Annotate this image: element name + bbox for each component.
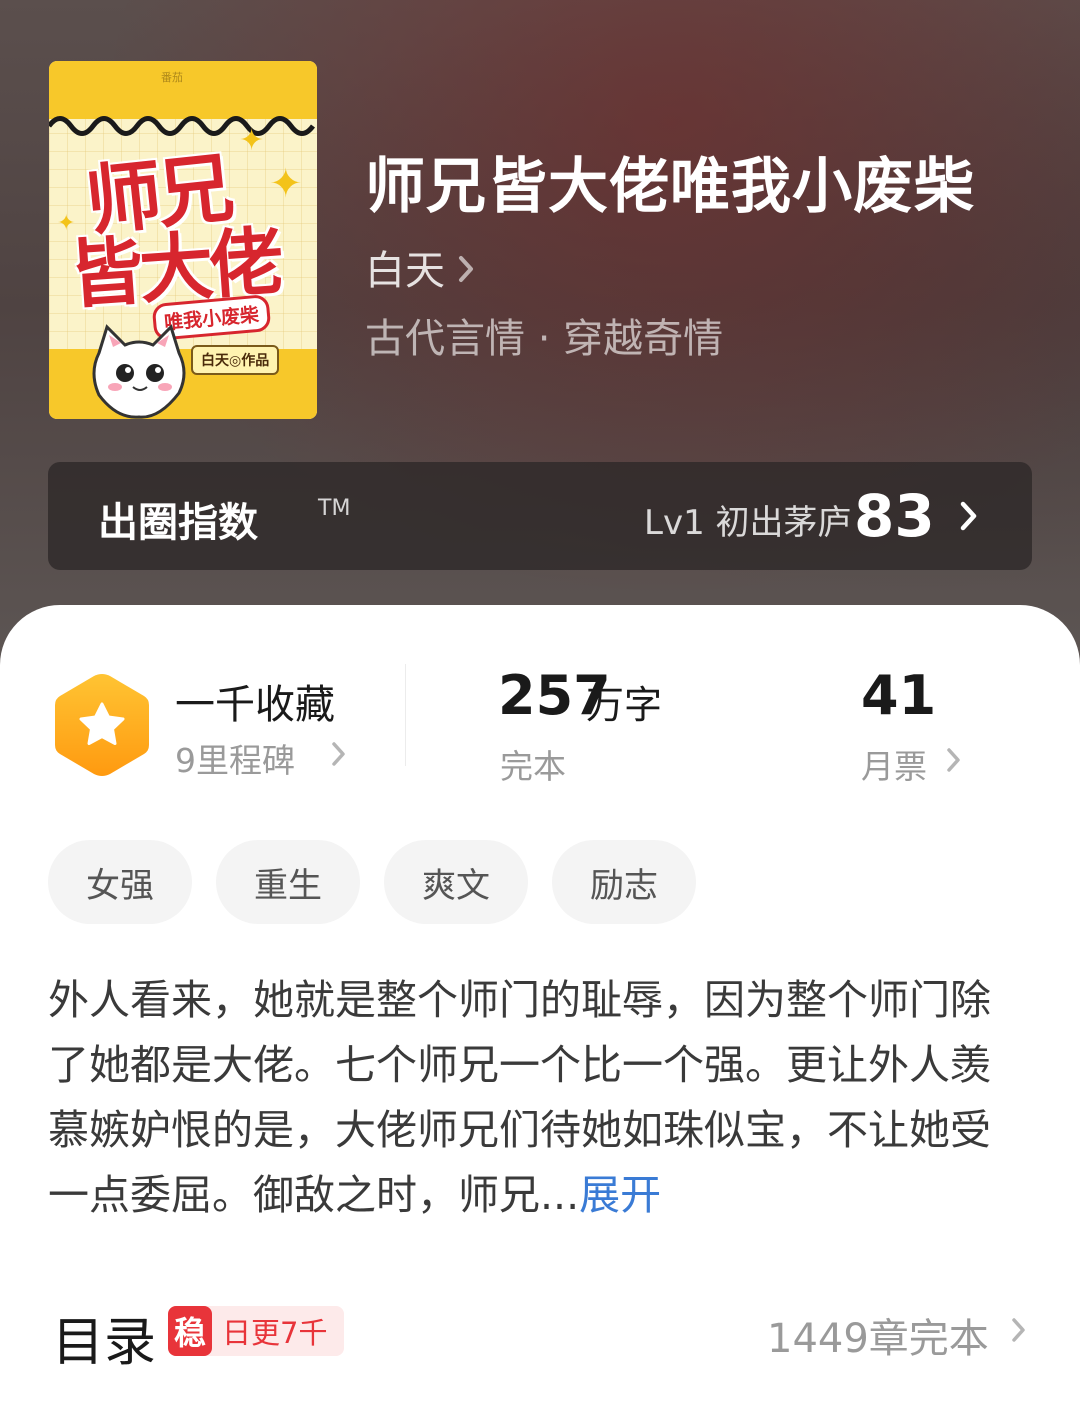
monthly-tickets-count[interactable]: 41 — [861, 664, 936, 727]
star-icon: ✦ — [269, 161, 303, 207]
toc-title[interactable]: 目录 — [52, 1300, 156, 1375]
cover-author-credit: 白天◎作品 — [191, 345, 280, 375]
tag-chip[interactable]: 重生 — [216, 840, 360, 924]
milestone-badge-icon — [55, 674, 149, 776]
tag-chip[interactable]: 励志 — [552, 840, 696, 924]
word-count-unit: 万字 — [586, 683, 663, 727]
tag-list: 女强 重生 爽文 励志 — [48, 840, 696, 924]
chevron-right-icon — [947, 748, 960, 772]
completion-status: 完本 — [500, 747, 566, 786]
influence-score: 83 — [854, 482, 935, 550]
book-cover[interactable]: 番茄 ✦ ✦ ✦ 师兄 皆大佬 唯我小废柴 白天◎作品 — [49, 61, 317, 419]
daily-update-text: 日更7千 — [222, 1316, 328, 1350]
expand-link[interactable]: 展开 — [579, 1171, 661, 1219]
trademark-mark: TM — [318, 496, 351, 521]
cover-brand: 番茄 — [161, 71, 183, 84]
star-icon: ✦ — [239, 123, 265, 158]
author-name: 白天 — [365, 248, 445, 294]
book-title: 师兄皆大佬唯我小废柴 — [365, 152, 975, 222]
cat-illustration — [92, 324, 186, 419]
influence-index-label: 出圈指数 — [98, 500, 258, 546]
influence-level: Lv1 初出茅庐 — [644, 503, 852, 543]
favorites-title[interactable]: 一千收藏 — [175, 672, 335, 730]
chevron-right-icon — [960, 501, 977, 531]
stats-divider — [405, 664, 406, 766]
synopsis[interactable]: 外人看来，她就是整个师门的耻辱，因为整个师门除了她都是大佬。七个师兄一个比一个强… — [48, 968, 1008, 1228]
author-link[interactable]: 白天 — [365, 238, 475, 296]
influence-index-bar[interactable]: 出圈指数 TM Lv1 初出茅庐 83 — [48, 462, 1032, 570]
tag-chip[interactable]: 女强 — [48, 840, 192, 924]
tag-chip[interactable]: 爽文 — [384, 840, 528, 924]
monthly-tickets-label[interactable]: 月票 — [861, 740, 927, 788]
update-badge: 稳 日更7千 — [168, 1306, 344, 1356]
chevron-right-icon — [459, 256, 473, 282]
stable-update-mark: 稳 — [168, 1306, 212, 1356]
book-genre: 古代言情 · 穿越奇情 — [365, 316, 724, 362]
milestone-count[interactable]: 9里程碑 — [175, 734, 295, 782]
chapter-count[interactable]: 1449章完本 — [767, 1306, 989, 1364]
synopsis-text: 外人看来，她就是整个师门的耻辱，因为整个师门除了她都是大佬。七个师兄一个比一个强… — [48, 976, 991, 1219]
chevron-right-icon[interactable] — [1010, 1316, 1028, 1344]
chevron-right-icon — [332, 742, 345, 766]
